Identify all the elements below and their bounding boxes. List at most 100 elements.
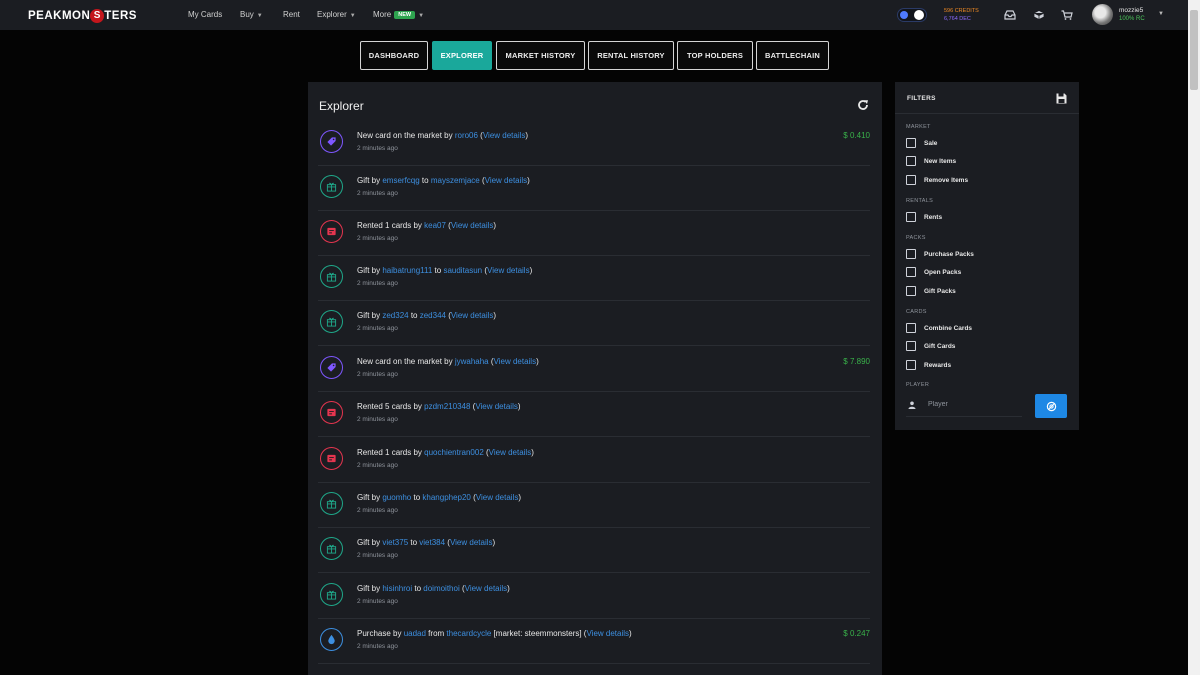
section-cards: CARDS xyxy=(906,309,927,315)
text-part: Gift by xyxy=(357,176,383,185)
cart-icon[interactable] xyxy=(1061,10,1073,20)
view-details-link[interactable]: View details xyxy=(487,266,530,275)
player-input[interactable] xyxy=(928,401,1018,408)
nav-rent[interactable]: Rent xyxy=(283,10,300,19)
refresh-icon[interactable] xyxy=(857,99,869,111)
player-link[interactable]: pzdm210348 xyxy=(424,402,470,411)
divider xyxy=(318,436,870,437)
player-link[interactable]: viet375 xyxy=(382,538,408,547)
activity-row: Rented 5 cards by pzdm210348 (View detai… xyxy=(308,392,882,437)
activity-text: Rented 5 cards by pzdm210348 (View detai… xyxy=(357,402,521,411)
player-link[interactable]: zed344 xyxy=(420,311,446,320)
player-link[interactable]: jywahaha xyxy=(455,357,489,366)
checkbox[interactable] xyxy=(906,267,916,277)
text-part: Gift by xyxy=(357,266,383,275)
user-menu[interactable]: mozzie5 100% RC xyxy=(1119,7,1145,23)
filter-sale[interactable]: Sale xyxy=(906,138,937,148)
timestamp: 2 minutes ago xyxy=(357,280,398,287)
nav-my-cards[interactable]: My Cards xyxy=(188,10,222,19)
text-part: to xyxy=(412,584,424,593)
nav-more[interactable]: More NEW ▼ xyxy=(373,10,424,19)
activity-row: Gift by zed324 to zed344 (View details) … xyxy=(308,301,882,346)
text-part: ) xyxy=(525,131,529,140)
activity-row: New card on the market by roro06 (View d… xyxy=(308,121,882,166)
gift-icon xyxy=(320,175,343,198)
tab-market-history[interactable]: MARKET HISTORY xyxy=(496,41,585,70)
nav-buy[interactable]: Buy ▼ xyxy=(240,10,263,19)
scrollbar-track[interactable] xyxy=(1188,0,1200,675)
checkbox[interactable] xyxy=(906,138,916,148)
tab-market-history-label: MARKET HISTORY xyxy=(505,51,576,60)
text-part: Gift by xyxy=(357,493,383,502)
filter-combine-cards[interactable]: Combine Cards xyxy=(906,323,972,333)
player-link[interactable]: mayszemjace xyxy=(431,176,480,185)
theme-toggle[interactable] xyxy=(897,8,927,22)
player-link[interactable]: haibatrung111 xyxy=(382,266,432,275)
view-details-link[interactable]: View details xyxy=(451,311,494,320)
checkbox[interactable] xyxy=(906,286,916,296)
view-details-link[interactable]: View details xyxy=(451,221,494,230)
view-details-link[interactable]: View details xyxy=(475,402,518,411)
view-details-link[interactable]: View details xyxy=(465,584,508,593)
checkbox[interactable] xyxy=(906,323,916,333)
player-link[interactable]: khangphep20 xyxy=(422,493,471,502)
player-field xyxy=(906,393,1022,417)
checkbox[interactable] xyxy=(906,341,916,351)
filter-purchase-packs[interactable]: Purchase Packs xyxy=(906,249,974,259)
timestamp: 2 minutes ago xyxy=(357,190,398,197)
nav-explorer[interactable]: Explorer ▼ xyxy=(317,10,356,19)
filter-gift-cards[interactable]: Gift Cards xyxy=(906,341,955,351)
checkbox[interactable] xyxy=(906,360,916,370)
player-link[interactable]: uadad xyxy=(404,629,426,638)
checkbox[interactable] xyxy=(906,156,916,166)
tab-explorer[interactable]: EXPLORER xyxy=(432,41,492,70)
player-link[interactable]: thecardcycle xyxy=(446,629,491,638)
scrollbar-thumb[interactable] xyxy=(1190,10,1198,90)
view-details-link[interactable]: View details xyxy=(476,493,519,502)
view-details-link[interactable]: View details xyxy=(586,629,629,638)
player-link[interactable]: sauditasun xyxy=(443,266,482,275)
player-link[interactable]: zed324 xyxy=(382,311,408,320)
player-link[interactable]: emserfcqg xyxy=(382,176,419,185)
text-part: [market: steemmonsters] ( xyxy=(491,629,587,638)
player-link[interactable]: kea07 xyxy=(424,221,446,230)
inbox-icon[interactable] xyxy=(1004,10,1016,20)
player-link[interactable]: doimoithoi xyxy=(423,584,459,593)
market-tag-icon xyxy=(320,130,343,153)
tab-top-holders[interactable]: TOP HOLDERS xyxy=(677,41,753,70)
checkbox[interactable] xyxy=(906,249,916,259)
player-search-button[interactable] xyxy=(1035,394,1067,418)
view-details-link[interactable]: View details xyxy=(483,131,526,140)
filter-gift-packs[interactable]: Gift Packs xyxy=(906,286,956,296)
username: mozzie5 xyxy=(1119,7,1144,14)
filter-rewards[interactable]: Rewards xyxy=(906,360,951,370)
filter-rents[interactable]: Rents xyxy=(906,212,942,222)
tab-rental-history[interactable]: RENTAL HISTORY xyxy=(588,41,674,70)
balance-display[interactable]: 596 CREDITS 6,764 DEC xyxy=(944,7,979,23)
nav-rent-label: Rent xyxy=(283,10,300,19)
logo[interactable]: PEAKMON S TERS xyxy=(28,9,137,23)
chevron-down-icon[interactable]: ▼ xyxy=(1158,11,1164,17)
cube-icon[interactable] xyxy=(1033,10,1045,20)
view-details-link[interactable]: View details xyxy=(450,538,493,547)
player-link[interactable]: roro06 xyxy=(455,131,478,140)
tab-battlechain[interactable]: BATTLECHAIN xyxy=(756,41,829,70)
view-details-link[interactable]: View details xyxy=(489,448,532,457)
gift-icon xyxy=(320,492,343,515)
filter-open-packs[interactable]: Open Packs xyxy=(906,267,961,277)
player-link[interactable]: hisinhroi xyxy=(382,584,412,593)
checkbox[interactable] xyxy=(906,175,916,185)
save-icon[interactable] xyxy=(1056,93,1067,104)
player-link[interactable]: quochientran002 xyxy=(424,448,484,457)
checkbox[interactable] xyxy=(906,212,916,222)
avatar[interactable] xyxy=(1092,4,1113,25)
player-link[interactable]: guomho xyxy=(382,493,411,502)
filter-new-items[interactable]: New Items xyxy=(906,156,956,166)
view-details-link[interactable]: View details xyxy=(494,357,537,366)
text-part: ) xyxy=(531,448,534,457)
player-link[interactable]: viet384 xyxy=(419,538,445,547)
filter-remove-items[interactable]: Remove Items xyxy=(906,175,968,185)
tab-dashboard[interactable]: DASHBOARD xyxy=(360,41,428,70)
timestamp: 2 minutes ago xyxy=(357,643,398,650)
view-details-link[interactable]: View details xyxy=(485,176,528,185)
